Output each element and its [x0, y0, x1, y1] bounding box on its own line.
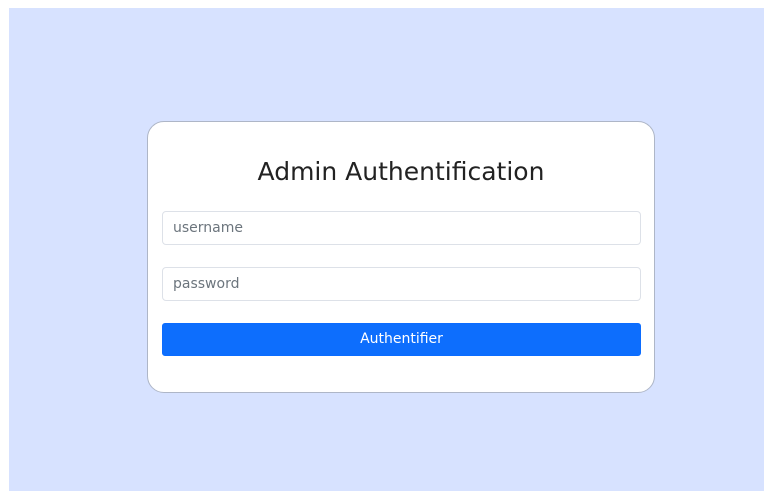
login-card: Admin Authentification Authentifier [147, 121, 655, 393]
username-input[interactable] [162, 211, 641, 245]
page-title: Admin Authentification [257, 157, 545, 186]
authenticate-button[interactable]: Authentifier [162, 323, 641, 356]
page-background: Admin Authentification Authentifier [9, 8, 764, 491]
password-input[interactable] [162, 267, 641, 301]
